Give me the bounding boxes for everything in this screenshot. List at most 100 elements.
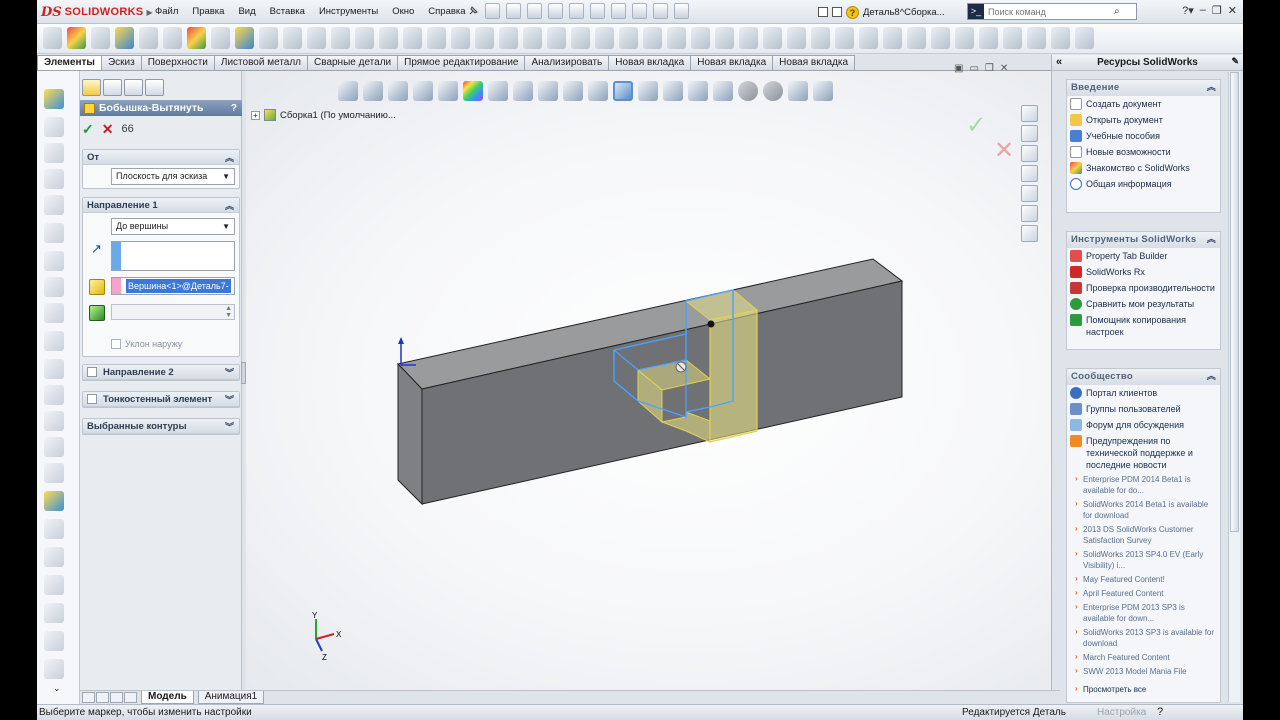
tab-new-2[interactable]: Новая вкладка — [690, 55, 774, 71]
intersect-icon[interactable] — [475, 27, 494, 49]
offset-distance-input[interactable]: ▲ ▼ — [111, 304, 235, 320]
spin-arrows-icon[interactable]: ▲ ▼ — [225, 305, 232, 319]
fastening-icon[interactable] — [811, 27, 830, 49]
restore-doc-icon[interactable]: ❐ — [985, 63, 994, 74]
appearances-scenes-icon[interactable] — [1021, 205, 1038, 222]
news-item[interactable]: SolidWorks 2014 Beta1 is available for d… — [1067, 498, 1220, 523]
layout-icon[interactable] — [818, 7, 828, 17]
minimize-doc-icon[interactable]: ▭ — [969, 63, 978, 74]
revolve-side-icon[interactable] — [44, 117, 64, 137]
linear-pattern-icon[interactable] — [403, 27, 422, 49]
reverse-direction-icon[interactable]: ↗ — [91, 241, 102, 257]
mirror-icon[interactable] — [427, 27, 446, 49]
save-icon[interactable] — [527, 3, 542, 19]
flex-side-icon[interactable] — [44, 463, 64, 483]
extrude-boss-side-icon[interactable] — [44, 89, 64, 109]
indent-icon[interactable] — [643, 27, 662, 49]
resources-tab-icon[interactable] — [1021, 105, 1038, 122]
convert-icon[interactable] — [1051, 27, 1070, 49]
user-groups-link[interactable]: Группы пользователей — [1067, 401, 1220, 417]
tab-animation[interactable]: Анимация1 — [197, 691, 265, 704]
news-item[interactable]: 2013 DS SolidWorks Customer Satisfaction… — [1067, 523, 1220, 548]
hole-side-icon[interactable] — [44, 251, 64, 271]
expand-down-icon[interactable]: ⌄ — [53, 683, 61, 694]
draft-outward-checkbox[interactable]: Уклон наружу — [111, 339, 182, 349]
pin-icon[interactable] — [467, 5, 479, 17]
wrap-icon[interactable] — [379, 27, 398, 49]
menu-insert[interactable]: Вставка — [270, 6, 305, 17]
freeform-icon[interactable] — [595, 27, 614, 49]
open-document-link[interactable]: Открыть документ — [1067, 112, 1220, 128]
shell-icon[interactable] — [355, 27, 374, 49]
curves-icon[interactable] — [523, 27, 542, 49]
tab-new-3[interactable]: Новая вкладка — [772, 55, 856, 71]
property-tab-builder-link[interactable]: Property Tab Builder — [1067, 248, 1220, 264]
deform-icon[interactable] — [619, 27, 638, 49]
whats-new-link[interactable]: Новые возможности — [1067, 144, 1220, 160]
collapse-pane-icon[interactable]: « — [1056, 56, 1062, 68]
flex-icon[interactable] — [571, 27, 590, 49]
end-condition-select[interactable]: До вершины ▼ — [111, 218, 235, 235]
more-side-icon[interactable] — [44, 659, 64, 679]
property-manager-icon[interactable] — [103, 79, 122, 96]
tab-direct-editing[interactable]: Прямое редактирование — [397, 55, 526, 71]
mirror-side-icon[interactable] — [44, 547, 64, 567]
selected-contours-section[interactable]: Выбранные контуры ︾ — [82, 418, 240, 435]
loft-boss-icon[interactable] — [115, 27, 134, 49]
expand-icon[interactable]: ︾ — [225, 420, 234, 433]
preview-icon[interactable]: 66 — [121, 123, 133, 138]
collapse-icon[interactable]: ︽ — [225, 151, 234, 164]
view-all-link[interactable]: Просмотреть все — [1067, 683, 1220, 697]
draft-side-icon[interactable] — [44, 385, 64, 405]
copy-settings-link[interactable]: Помощник копирования настроек — [1067, 312, 1220, 340]
combine-icon[interactable] — [691, 27, 710, 49]
news-item[interactable]: March Featured Content — [1067, 651, 1220, 665]
configuration-manager-icon[interactable] — [124, 79, 143, 96]
offset-distance-icon[interactable] — [89, 305, 105, 321]
chamfer-side-icon[interactable] — [44, 303, 64, 323]
layout-icon-2[interactable] — [832, 7, 842, 17]
rib-icon[interactable] — [307, 27, 326, 49]
news-item[interactable]: May Featured Content! — [1067, 573, 1220, 587]
drag-handle[interactable] — [675, 361, 687, 373]
rebuild-icon[interactable] — [632, 3, 647, 19]
logo-arrow-icon[interactable]: ▶ — [146, 8, 152, 17]
menu-file[interactable]: Файл — [155, 6, 178, 17]
cosmetic-thread-icon[interactable] — [835, 27, 854, 49]
loft-side-icon[interactable] — [44, 169, 64, 189]
rib-side-icon[interactable] — [44, 331, 64, 351]
pattern-side-icon[interactable] — [44, 519, 64, 539]
offset-icon[interactable] — [1027, 27, 1046, 49]
direction2-checkbox[interactable] — [87, 367, 97, 377]
prev-tab-icon[interactable] — [96, 692, 109, 703]
news-item[interactable]: Enterprise PDM 2013 SP3 is available for… — [1067, 601, 1220, 626]
extrude-boss-icon[interactable] — [43, 27, 62, 49]
direction-vector-field[interactable] — [111, 241, 235, 271]
community-header[interactable]: Сообщество ︽ — [1067, 369, 1220, 385]
chamfer-icon[interactable] — [283, 27, 302, 49]
select-icon[interactable] — [611, 3, 626, 19]
file-explorer-icon[interactable] — [1021, 165, 1038, 182]
news-item[interactable]: Enterprise PDM 2014 Beta1 is available f… — [1067, 473, 1220, 498]
options-icon[interactable] — [674, 3, 689, 19]
create-document-link[interactable]: Создать документ — [1067, 96, 1220, 112]
undo-icon[interactable] — [569, 3, 584, 19]
smart-dimension-icon[interactable] — [883, 27, 902, 49]
menu-view[interactable]: Вид — [238, 6, 255, 17]
menu-tools[interactable]: Инструменты — [319, 6, 378, 17]
custom-properties-icon[interactable] — [1021, 225, 1038, 242]
print-icon[interactable] — [548, 3, 563, 19]
forum-link[interactable]: Форум для обсуждения — [1067, 417, 1220, 433]
view-palette-icon[interactable] — [1021, 185, 1038, 202]
checkbox-box[interactable] — [111, 339, 121, 349]
pin-pane-icon[interactable]: ✎ — [1231, 56, 1239, 67]
expand-icon[interactable]: ︾ — [225, 393, 234, 406]
swept-cut-icon[interactable] — [235, 27, 254, 49]
from-select[interactable]: Плоскость для эскиза ▼ — [111, 168, 235, 185]
direction2-section[interactable]: Направление 2 ︾ — [82, 364, 240, 381]
delete-face-icon[interactable] — [739, 27, 758, 49]
performance-check-link[interactable]: Проверка производительности — [1067, 280, 1220, 296]
tools-header[interactable]: Инструменты SolidWorks ︽ — [1067, 232, 1220, 248]
line-icon[interactable] — [907, 27, 926, 49]
fillet-side-icon[interactable] — [44, 277, 64, 297]
